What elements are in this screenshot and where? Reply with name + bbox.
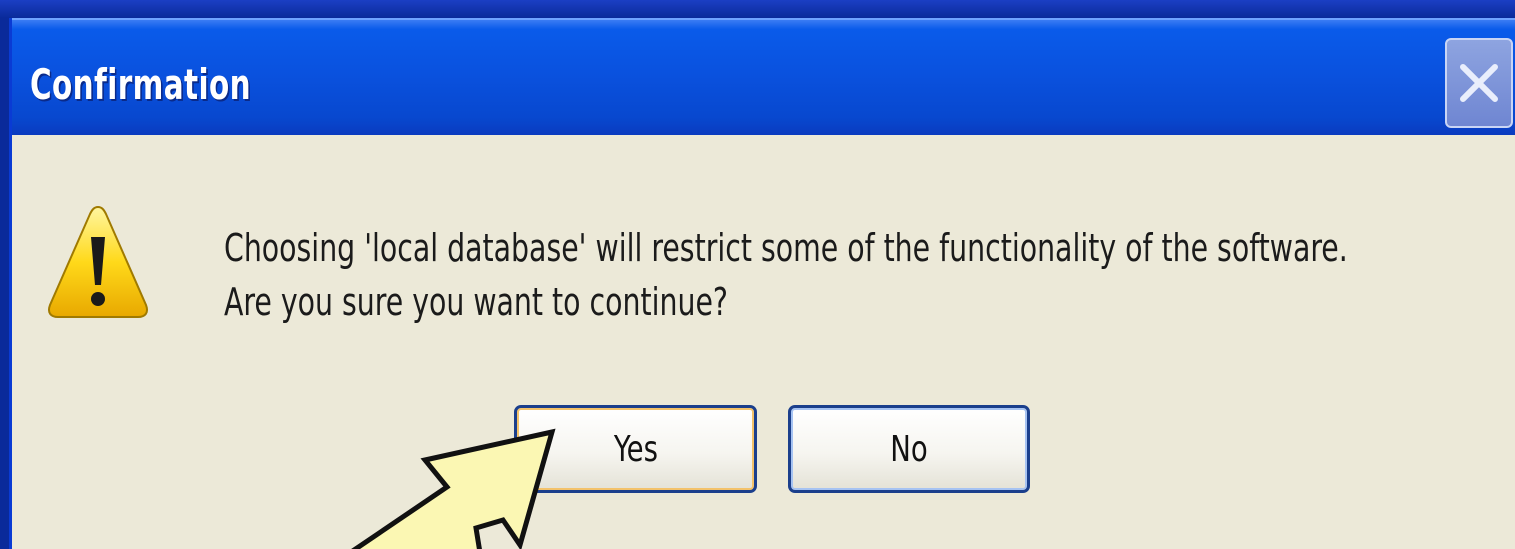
confirmation-dialog: Confirmation Choosing 'local database' w…: [9, 18, 1515, 549]
window-title: Confirmation: [30, 60, 252, 109]
title-bar[interactable]: Confirmation: [12, 18, 1515, 135]
confirmation-message: Choosing 'local database' will restrict …: [224, 221, 1348, 329]
no-button-label: No: [890, 428, 928, 470]
close-icon: [1460, 64, 1498, 102]
no-button[interactable]: No: [788, 405, 1030, 493]
message-line-2: Are you sure you want to continue?: [224, 280, 728, 324]
dialog-body: Choosing 'local database' will restrict …: [12, 135, 1515, 549]
warning-icon: [48, 205, 148, 318]
close-button[interactable]: [1445, 38, 1513, 128]
background-strip: [0, 0, 1515, 18]
yes-button[interactable]: Yes: [514, 405, 757, 493]
yes-button-label: Yes: [613, 428, 658, 470]
message-line-1: Choosing 'local database' will restrict …: [224, 226, 1348, 270]
